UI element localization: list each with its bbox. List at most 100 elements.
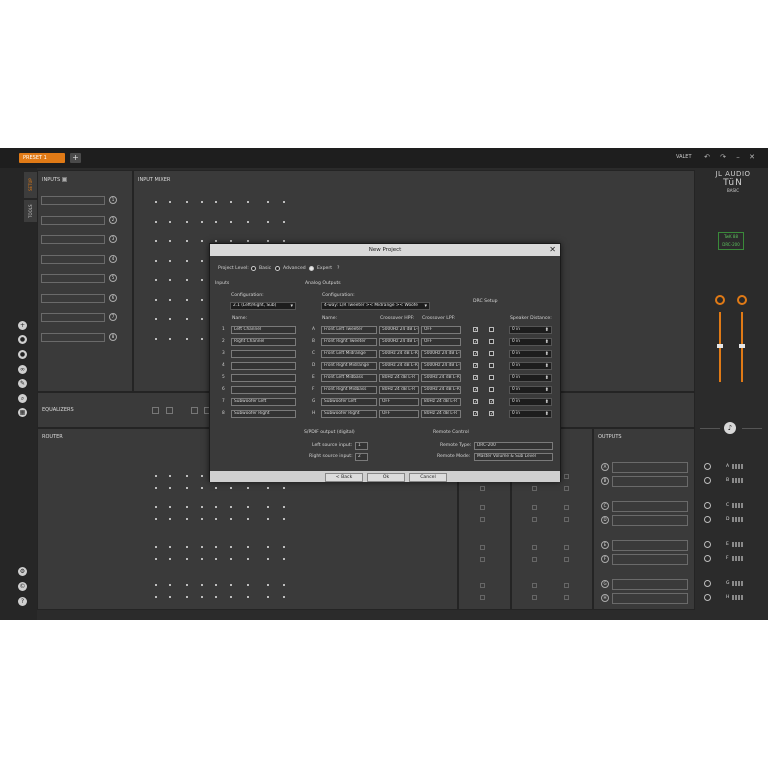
mixer-node[interactable]	[155, 201, 157, 203]
router-node[interactable]	[186, 506, 188, 508]
router-node[interactable]	[169, 518, 171, 520]
router-node[interactable]	[283, 518, 285, 520]
left-source-input[interactable]: 1	[355, 442, 368, 450]
router-node[interactable]	[169, 558, 171, 560]
router-node[interactable]	[155, 475, 157, 477]
mixer-node[interactable]	[201, 201, 203, 203]
router-column-1-toggle[interactable]	[480, 486, 485, 491]
router-node[interactable]	[201, 506, 203, 508]
tab-setup[interactable]: SETUP	[24, 172, 37, 198]
router-node[interactable]	[215, 584, 217, 586]
router-column-1-toggle[interactable]	[480, 505, 485, 510]
inputs-config-select[interactable]: 2.1 (Left/Right, Sub)	[230, 302, 296, 310]
crossover-lpf-field[interactable]: OFF	[421, 326, 461, 334]
input-name-field[interactable]	[231, 350, 296, 358]
drc-checkbox-1[interactable]: ✓	[473, 351, 478, 357]
crossover-hpf-field[interactable]: OFF	[379, 398, 419, 406]
drc-checkbox-1[interactable]: ✓	[473, 411, 478, 417]
crossover-hpf-field[interactable]: 500Hz 24 dB L-R	[379, 350, 419, 358]
mixer-node[interactable]	[283, 201, 285, 203]
router-node[interactable]	[283, 596, 285, 598]
output-mute-icon[interactable]	[704, 502, 711, 509]
right-level-knob[interactable]	[737, 295, 747, 305]
output-name-box[interactable]	[612, 554, 688, 565]
crossover-hpf-field[interactable]: 80Hz 24 dB L-R	[379, 374, 419, 382]
input-name-field[interactable]	[231, 386, 296, 394]
crossover-lpf-field[interactable]: 5000Hz 24 dB L-R	[421, 350, 461, 358]
drc-checkbox-1[interactable]: ✓	[473, 399, 478, 405]
router-node[interactable]	[155, 546, 157, 548]
mixer-node[interactable]	[155, 240, 157, 242]
crossover-hpf-field[interactable]: 5000Hz 24 dB L-R	[379, 326, 419, 334]
mixer-node[interactable]	[155, 220, 157, 223]
input-name-box[interactable]	[41, 274, 105, 283]
left-slider-handle[interactable]	[717, 344, 723, 348]
router-node[interactable]	[267, 518, 269, 520]
drc-checkbox-1[interactable]: ✓	[473, 375, 478, 381]
router-node[interactable]	[267, 487, 269, 489]
mixer-node[interactable]	[186, 318, 188, 320]
crossover-hpf-field[interactable]: OFF	[379, 410, 419, 418]
mixer-node[interactable]	[215, 201, 217, 203]
speaker-distance-spinner[interactable]: 0 in	[509, 398, 552, 406]
copyright-icon[interactable]: ©	[18, 582, 27, 591]
mixer-node[interactable]	[201, 298, 203, 301]
mixer-node[interactable]	[267, 220, 269, 223]
router-column-3-toggle[interactable]	[564, 545, 569, 550]
router-node[interactable]	[247, 487, 249, 489]
right-source-input[interactable]: 2	[355, 453, 368, 461]
remote-type-field[interactable]: DRC-200	[474, 442, 553, 450]
router-node[interactable]	[230, 487, 232, 489]
mixer-node[interactable]	[186, 259, 188, 262]
back-button[interactable]: < Back	[325, 473, 363, 482]
eq-toggle-1[interactable]	[152, 407, 159, 414]
grid-icon[interactable]: ▦	[18, 408, 27, 417]
router-node[interactable]	[169, 596, 171, 598]
inputs-menu-icon[interactable]	[62, 177, 67, 182]
input-name-field[interactable]: Subwoofer Right	[231, 410, 296, 418]
router-node[interactable]	[155, 558, 157, 560]
router-node[interactable]	[230, 546, 232, 548]
router-node[interactable]	[230, 518, 232, 520]
mixer-node[interactable]	[169, 259, 171, 262]
mixer-node[interactable]	[267, 201, 269, 203]
mixer-node[interactable]	[169, 201, 171, 203]
mixer-node[interactable]	[267, 240, 269, 242]
drc-checkbox-2[interactable]	[489, 375, 494, 380]
cancel-button[interactable]: Cancel	[409, 473, 447, 482]
router-node[interactable]	[155, 506, 157, 508]
remote-mode-field[interactable]: Master Volume & Sub Level	[474, 453, 553, 461]
router-column-3-toggle[interactable]	[564, 583, 569, 588]
output-mute-icon[interactable]	[704, 555, 711, 562]
router-node[interactable]	[186, 558, 188, 560]
close-icon[interactable]: ✕	[549, 245, 556, 255]
router-node[interactable]	[267, 506, 269, 508]
mixer-node[interactable]	[186, 298, 188, 301]
crossover-hpf-field[interactable]: 80Hz 24 dB L-R	[379, 386, 419, 394]
speaker-distance-spinner[interactable]: 0 in	[509, 326, 552, 334]
router-node[interactable]	[169, 487, 171, 489]
router-column-1-toggle[interactable]	[480, 557, 485, 562]
drc-checkbox-1[interactable]: ✓	[473, 387, 478, 393]
router-column-2-toggle[interactable]	[532, 517, 537, 522]
output-name-field[interactable]: Front Right Tweeter	[321, 338, 377, 346]
mixer-node[interactable]	[169, 337, 171, 340]
mixer-node[interactable]	[186, 220, 188, 223]
router-column-3-toggle[interactable]	[564, 505, 569, 510]
router-node[interactable]	[201, 584, 203, 586]
crossover-hpf-field[interactable]: 5000Hz 24 dB L-R	[379, 338, 419, 346]
output-name-box[interactable]	[612, 462, 688, 473]
mixer-node[interactable]	[186, 201, 188, 203]
tools-icon[interactable]: ✎	[18, 379, 27, 388]
router-node[interactable]	[247, 584, 249, 586]
router-node[interactable]	[247, 546, 249, 548]
router-column-1-toggle[interactable]	[480, 545, 485, 550]
router-column-1-toggle[interactable]	[480, 517, 485, 522]
router-node[interactable]	[201, 518, 203, 520]
help-icon[interactable]: ?	[337, 266, 339, 271]
mixer-node[interactable]	[230, 201, 232, 203]
output-name-field[interactable]: Front Left Tweeter	[321, 326, 377, 334]
mixer-node[interactable]	[155, 318, 157, 320]
outputs-config-select[interactable]: 4-way: L/R Tweeter >< Midrange >< Woofe	[321, 302, 430, 310]
router-node[interactable]	[186, 584, 188, 586]
